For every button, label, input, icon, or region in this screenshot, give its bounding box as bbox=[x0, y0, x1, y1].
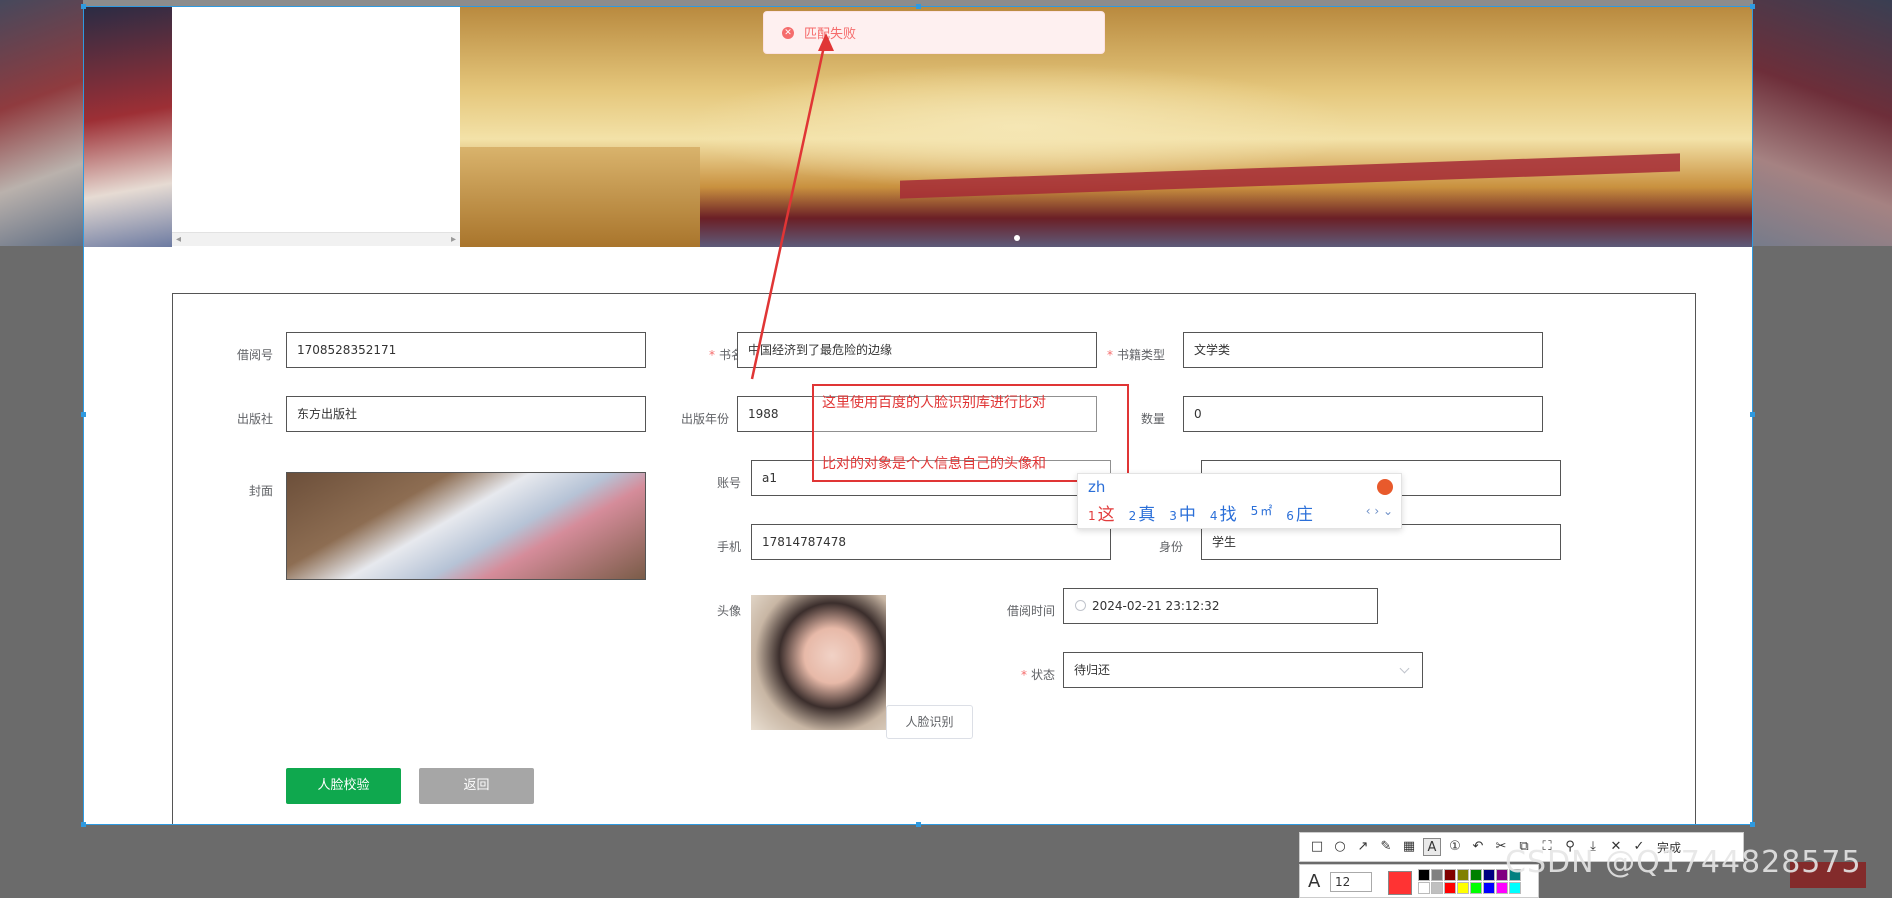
color-swatch[interactable] bbox=[1418, 869, 1430, 881]
identity-label: 身份 bbox=[1158, 540, 1183, 554]
text-tool-icon[interactable]: A bbox=[1423, 838, 1441, 856]
borrow-no-label: 借阅号 bbox=[236, 348, 273, 362]
selection-handle[interactable] bbox=[81, 822, 86, 827]
watermark: CSDN @Q1744828575 bbox=[1505, 845, 1862, 880]
borrow-time-picker[interactable]: 2024-02-21 23:12:32 bbox=[1063, 588, 1378, 624]
face-verify-button[interactable]: 人脸校验 bbox=[286, 768, 401, 804]
book-type-label: * 书籍类型 bbox=[1106, 348, 1165, 362]
borrow-time-value: 2024-02-21 23:12:32 bbox=[1092, 599, 1220, 613]
capture-region[interactable]: ◂ ▸ ✕ 匹配失败 借阅号 1708528352171 * 书名 中国经济到了最… bbox=[83, 6, 1753, 825]
identity-input[interactable]: 学生 bbox=[1201, 524, 1561, 560]
arrow-tool-icon[interactable]: ↗ bbox=[1354, 838, 1372, 856]
borrow-form-card: 借阅号 1708528352171 * 书名 中国经济到了最危险的边缘 * 书籍类型… bbox=[172, 293, 1696, 824]
clock-icon bbox=[1075, 600, 1086, 611]
color-swatch[interactable] bbox=[1483, 882, 1495, 894]
publisher-input[interactable]: 东方出版社 bbox=[286, 396, 646, 432]
banner-left-image bbox=[84, 7, 172, 247]
ime-candidate-list: 1这 2真 3中 4找 5 ㎡ 6庄 bbox=[1088, 500, 1313, 525]
carousel-indicator-dot[interactable] bbox=[1014, 235, 1020, 241]
selection-handle[interactable] bbox=[1750, 822, 1755, 827]
ime-composition: zh bbox=[1088, 478, 1106, 496]
face-recognize-button[interactable]: 人脸识别 bbox=[886, 705, 973, 739]
annotation-line-2: 比对的对象是个人信息自己的头像和 bbox=[822, 456, 1046, 472]
color-swatch[interactable] bbox=[1483, 869, 1495, 881]
publish-year-label: 出版年份 bbox=[680, 412, 729, 426]
book-edge bbox=[900, 153, 1680, 199]
selection-handle[interactable] bbox=[916, 822, 921, 827]
ime-candidate-window[interactable]: zh 1这 2真 3中 4找 5 ㎡ 6庄 ‹ › ⌄ bbox=[1077, 473, 1402, 529]
dimmed-banner-right bbox=[1753, 0, 1892, 246]
selection-handle[interactable] bbox=[81, 4, 86, 9]
scroll-right-arrow-icon[interactable]: ▸ bbox=[451, 234, 456, 245]
font-icon: A bbox=[1308, 871, 1321, 892]
back-button[interactable]: 返回 bbox=[419, 768, 534, 804]
ime-candidate[interactable]: 4找 bbox=[1210, 500, 1237, 525]
number-tool-icon[interactable]: ① bbox=[1446, 838, 1464, 856]
annotation-textbox[interactable]: 这里使用百度的人脸识别库进行比对 比对的对象是个人信息自己的头像和 bbox=[812, 384, 1129, 482]
selection-handle[interactable] bbox=[1750, 4, 1755, 9]
book-name-label: * 书名 bbox=[708, 348, 743, 362]
book-name-input[interactable]: 中国经济到了最危险的边缘 bbox=[737, 332, 1097, 368]
banner-scrollbar[interactable]: ◂ ▸ bbox=[172, 232, 460, 246]
color-swatch[interactable] bbox=[1444, 882, 1456, 894]
current-color-swatch[interactable] bbox=[1388, 871, 1412, 895]
ime-candidate[interactable]: 5 ㎡ bbox=[1251, 500, 1273, 525]
book-type-input[interactable]: 文学类 bbox=[1183, 332, 1543, 368]
color-swatch[interactable] bbox=[1457, 882, 1469, 894]
banner-white-panel bbox=[172, 7, 460, 247]
ime-candidate[interactable]: 2真 bbox=[1129, 500, 1156, 525]
quantity-input[interactable]: 0 bbox=[1183, 396, 1543, 432]
pen-tool-icon[interactable]: ✎ bbox=[1377, 838, 1395, 856]
color-swatch[interactable] bbox=[1470, 882, 1482, 894]
publisher-label: 出版社 bbox=[236, 412, 273, 426]
color-swatch[interactable] bbox=[1431, 882, 1443, 894]
annotation-line-1: 这里使用百度的人脸识别库进行比对 bbox=[822, 395, 1046, 411]
ime-page-nav[interactable]: ‹ › ⌄ bbox=[1366, 504, 1393, 518]
borrow-time-label: 借阅时间 bbox=[1006, 604, 1055, 618]
mosaic-tool-icon[interactable]: ▦ bbox=[1400, 838, 1418, 856]
status-label: * 状态 bbox=[1020, 668, 1055, 682]
ime-candidate[interactable]: 6庄 bbox=[1286, 500, 1313, 525]
status-select[interactable]: 待归还 bbox=[1063, 652, 1423, 688]
rectangle-tool-icon[interactable]: □ bbox=[1308, 838, 1326, 856]
color-swatch[interactable] bbox=[1431, 869, 1443, 881]
undo-icon[interactable]: ↶ bbox=[1469, 838, 1487, 856]
borrow-no-input[interactable]: 1708528352171 bbox=[286, 332, 646, 368]
banner-book-image bbox=[460, 7, 1752, 247]
error-circle-icon: ✕ bbox=[782, 26, 794, 39]
toast-message: 匹配失败 bbox=[804, 27, 857, 42]
error-toast: ✕ 匹配失败 bbox=[763, 11, 1105, 54]
cover-image bbox=[286, 472, 646, 580]
selection-handle[interactable] bbox=[1750, 412, 1755, 417]
selection-handle[interactable] bbox=[916, 4, 921, 9]
text-style-toolbar: A 12 bbox=[1299, 864, 1539, 898]
avatar-label: 头像 bbox=[716, 604, 741, 618]
color-swatch[interactable] bbox=[1509, 882, 1521, 894]
color-swatch[interactable] bbox=[1418, 882, 1430, 894]
avatar-image bbox=[751, 595, 886, 730]
ime-candidate[interactable]: 1这 bbox=[1088, 500, 1115, 525]
color-swatch[interactable] bbox=[1457, 869, 1469, 881]
font-size-select[interactable]: 12 bbox=[1330, 872, 1372, 892]
selection-handle[interactable] bbox=[81, 412, 86, 417]
phone-label: 手机 bbox=[716, 540, 741, 554]
account-label: 账号 bbox=[716, 476, 741, 490]
scroll-left-arrow-icon[interactable]: ◂ bbox=[176, 234, 181, 245]
cover-label: 封面 bbox=[248, 484, 273, 498]
color-swatch[interactable] bbox=[1470, 869, 1482, 881]
book-spine bbox=[460, 147, 700, 247]
color-swatch[interactable] bbox=[1444, 869, 1456, 881]
phone-input[interactable]: 17814787478 bbox=[751, 524, 1111, 560]
ime-logo-icon bbox=[1377, 479, 1393, 495]
color-swatch[interactable] bbox=[1496, 882, 1508, 894]
status-value: 待归还 bbox=[1074, 663, 1111, 677]
ime-candidate[interactable]: 3中 bbox=[1169, 500, 1196, 525]
chevron-down-icon bbox=[1399, 663, 1410, 674]
ellipse-tool-icon[interactable]: ○ bbox=[1331, 838, 1349, 856]
dimmed-banner-left bbox=[0, 0, 83, 246]
